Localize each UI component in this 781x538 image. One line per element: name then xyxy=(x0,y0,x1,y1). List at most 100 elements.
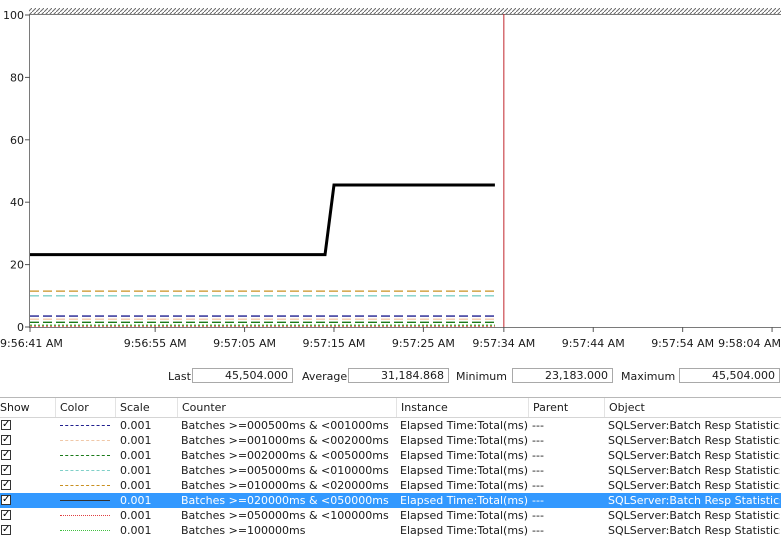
counter-cell: Batches >=000500ms & <001000ms xyxy=(181,418,395,433)
instance-cell: Elapsed Time:Total(ms) xyxy=(400,433,528,448)
color-swatch xyxy=(60,500,110,501)
x-tick-label: 9:57:05 AM xyxy=(213,337,276,350)
show-checkbox[interactable]: ✓ xyxy=(1,525,11,535)
x-tick-label: 9:56:41 AM xyxy=(0,337,63,350)
column-header-counter[interactable]: Counter xyxy=(178,398,397,417)
x-tick-label: 9:57:15 AM xyxy=(303,337,366,350)
column-header-object[interactable]: Object xyxy=(605,398,781,417)
column-header-scale[interactable]: Scale xyxy=(116,398,178,417)
x-tick-label: 9:57:34 AM xyxy=(472,337,535,350)
table-row[interactable]: ✓0.001Batches >=002000ms & <005000msElap… xyxy=(0,448,781,463)
counter-cell: Batches >=005000ms & <010000ms xyxy=(181,463,395,478)
scale-cell: 0.001 xyxy=(120,478,152,493)
table-row[interactable]: ✓ 0.001 Batches >=010000ms & <020000ms Elap… xyxy=(0,478,781,493)
y-tick-label: 0 xyxy=(17,321,24,334)
parent-cell: --- xyxy=(532,433,544,448)
parent-cell: --- xyxy=(532,523,544,538)
object-cell: SQLServer:Batch Resp Statistics xyxy=(608,433,780,448)
instance-cell: Elapsed Time:Total(ms) xyxy=(400,418,528,433)
parent-cell: --- xyxy=(532,508,544,523)
minimum-value: 23,183.000 xyxy=(512,368,613,383)
show-checkbox[interactable]: ✓ xyxy=(1,495,11,505)
x-axis: 9:56:41 AM 9:56:55 AM 9:57:05 AM 9:57:15 AM… xyxy=(0,327,781,350)
table-header: Show Color Scale Counter Instance Parent… xyxy=(0,398,781,418)
scale-cell: 0.001 xyxy=(120,508,152,523)
y-tick-label: 100 xyxy=(3,9,24,22)
counter-table: Show Color Scale Counter Instance Parent… xyxy=(0,397,781,538)
scale-cell: 0.001 xyxy=(120,463,152,478)
parent-cell: --- xyxy=(532,463,544,478)
scale-cell: 0.001 xyxy=(120,433,152,448)
parent-cell: --- xyxy=(532,448,544,463)
statistics-bar: Last 45,504.000 Average 31,184.868 Minim… xyxy=(0,362,781,392)
column-header-show[interactable]: Show xyxy=(0,398,56,417)
object-cell: SQLServer:Batch Resp Statistics xyxy=(608,523,780,538)
object-cell: SQLServer:Batch Resp Statistics xyxy=(608,418,780,433)
maximum-label: Maximum xyxy=(621,370,675,383)
table-row[interactable]: ✓ 0.001 Batches >=005000ms & <010000ms Elap… xyxy=(0,463,781,478)
scale-cell: 0.001 xyxy=(120,448,152,463)
column-header-parent[interactable]: Parent xyxy=(529,398,605,417)
scale-cell: 0.001 xyxy=(120,418,152,433)
color-swatch xyxy=(60,470,110,471)
instance-cell: Elapsed Time:Total(ms) xyxy=(400,493,528,508)
x-tick-label: 9:56:55 AM xyxy=(124,337,187,350)
table-row[interactable]: ✓ 0.001 Batches >=001000ms & <002000ms Elap… xyxy=(0,433,781,448)
y-tick-label: 80 xyxy=(10,71,24,84)
average-label: Average xyxy=(302,370,347,383)
performance-graph[interactable]: 0 20 40 60 80 100 9:56:41 AM 9:56:55 AM 9:57:05… xyxy=(0,0,781,362)
plot-area xyxy=(30,15,781,328)
y-tick-label: 60 xyxy=(10,134,24,147)
object-cell: SQLServer:Batch Resp Statistics xyxy=(608,448,780,463)
graph-top-border xyxy=(29,8,781,14)
color-swatch xyxy=(60,440,110,441)
parent-cell: --- xyxy=(532,418,544,433)
object-cell: SQLServer:Batch Resp Statistics xyxy=(608,478,780,493)
object-cell: SQLServer:Batch Resp Statistics xyxy=(608,493,780,508)
color-swatch xyxy=(60,515,110,516)
counter-cell: Batches >=050000ms & <100000ms xyxy=(181,508,395,523)
color-swatch xyxy=(60,455,110,456)
table-row[interactable]: ✓ 0.001 Batches >=050000ms & <100000ms Elap… xyxy=(0,508,781,523)
y-tick-label: 40 xyxy=(10,196,24,209)
show-checkbox[interactable]: ✓ xyxy=(1,435,11,445)
column-header-instance[interactable]: Instance xyxy=(397,398,529,417)
scale-cell: 0.001 xyxy=(120,523,152,538)
show-checkbox[interactable]: ✓ xyxy=(1,480,11,490)
table-row[interactable]: ✓0.001Batches >=100000msElapsed Time:Tot… xyxy=(0,523,781,538)
show-checkbox[interactable]: ✓ xyxy=(1,510,11,520)
parent-cell: --- xyxy=(532,478,544,493)
x-tick-label: 9:57:54 AM xyxy=(651,337,714,350)
color-swatch xyxy=(60,485,110,486)
average-value: 31,184.868 xyxy=(348,368,449,383)
show-checkbox[interactable]: ✓ xyxy=(1,450,11,460)
color-swatch xyxy=(60,425,110,426)
y-tick-label: 20 xyxy=(10,259,24,272)
column-header-color[interactable]: Color xyxy=(56,398,116,417)
x-tick-label: 9:58:04 AM xyxy=(718,337,781,350)
x-tick-label: 9:57:25 AM xyxy=(392,337,455,350)
show-checkbox[interactable]: ✓ xyxy=(1,465,11,475)
maximum-value: 45,504.000 xyxy=(679,368,780,383)
last-label: Last xyxy=(168,370,191,383)
color-swatch xyxy=(60,530,110,531)
minimum-label: Minimum xyxy=(456,370,507,383)
counter-cell: Batches >=010000ms & <020000ms xyxy=(181,478,395,493)
counter-cell: Batches >=020000ms & <050000ms xyxy=(181,493,395,508)
counter-cell: Batches >=001000ms & <002000ms xyxy=(181,433,395,448)
instance-cell: Elapsed Time:Total(ms) xyxy=(400,463,528,478)
table-row[interactable]: ✓ 0.001 Batches >=000500ms & <001000ms Elap… xyxy=(0,418,781,433)
object-cell: SQLServer:Batch Resp Statistics xyxy=(608,508,780,523)
object-cell: SQLServer:Batch Resp Statistics xyxy=(608,463,780,478)
table-row[interactable]: ✓ 0.001 Batches >=020000ms & <050000ms Elap… xyxy=(0,493,781,508)
instance-cell: Elapsed Time:Total(ms) xyxy=(400,523,528,538)
scale-cell: 0.001 xyxy=(120,493,152,508)
parent-cell: --- xyxy=(532,493,544,508)
show-checkbox[interactable]: ✓ xyxy=(1,420,11,430)
y-axis: 0 20 40 60 80 100 xyxy=(3,9,30,334)
instance-cell: Elapsed Time:Total(ms) xyxy=(400,478,528,493)
counter-cell: Batches >=002000ms & <005000ms xyxy=(181,448,395,463)
last-value: 45,504.000 xyxy=(192,368,293,383)
x-tick-label: 9:57:44 AM xyxy=(562,337,625,350)
instance-cell: Elapsed Time:Total(ms) xyxy=(400,508,528,523)
